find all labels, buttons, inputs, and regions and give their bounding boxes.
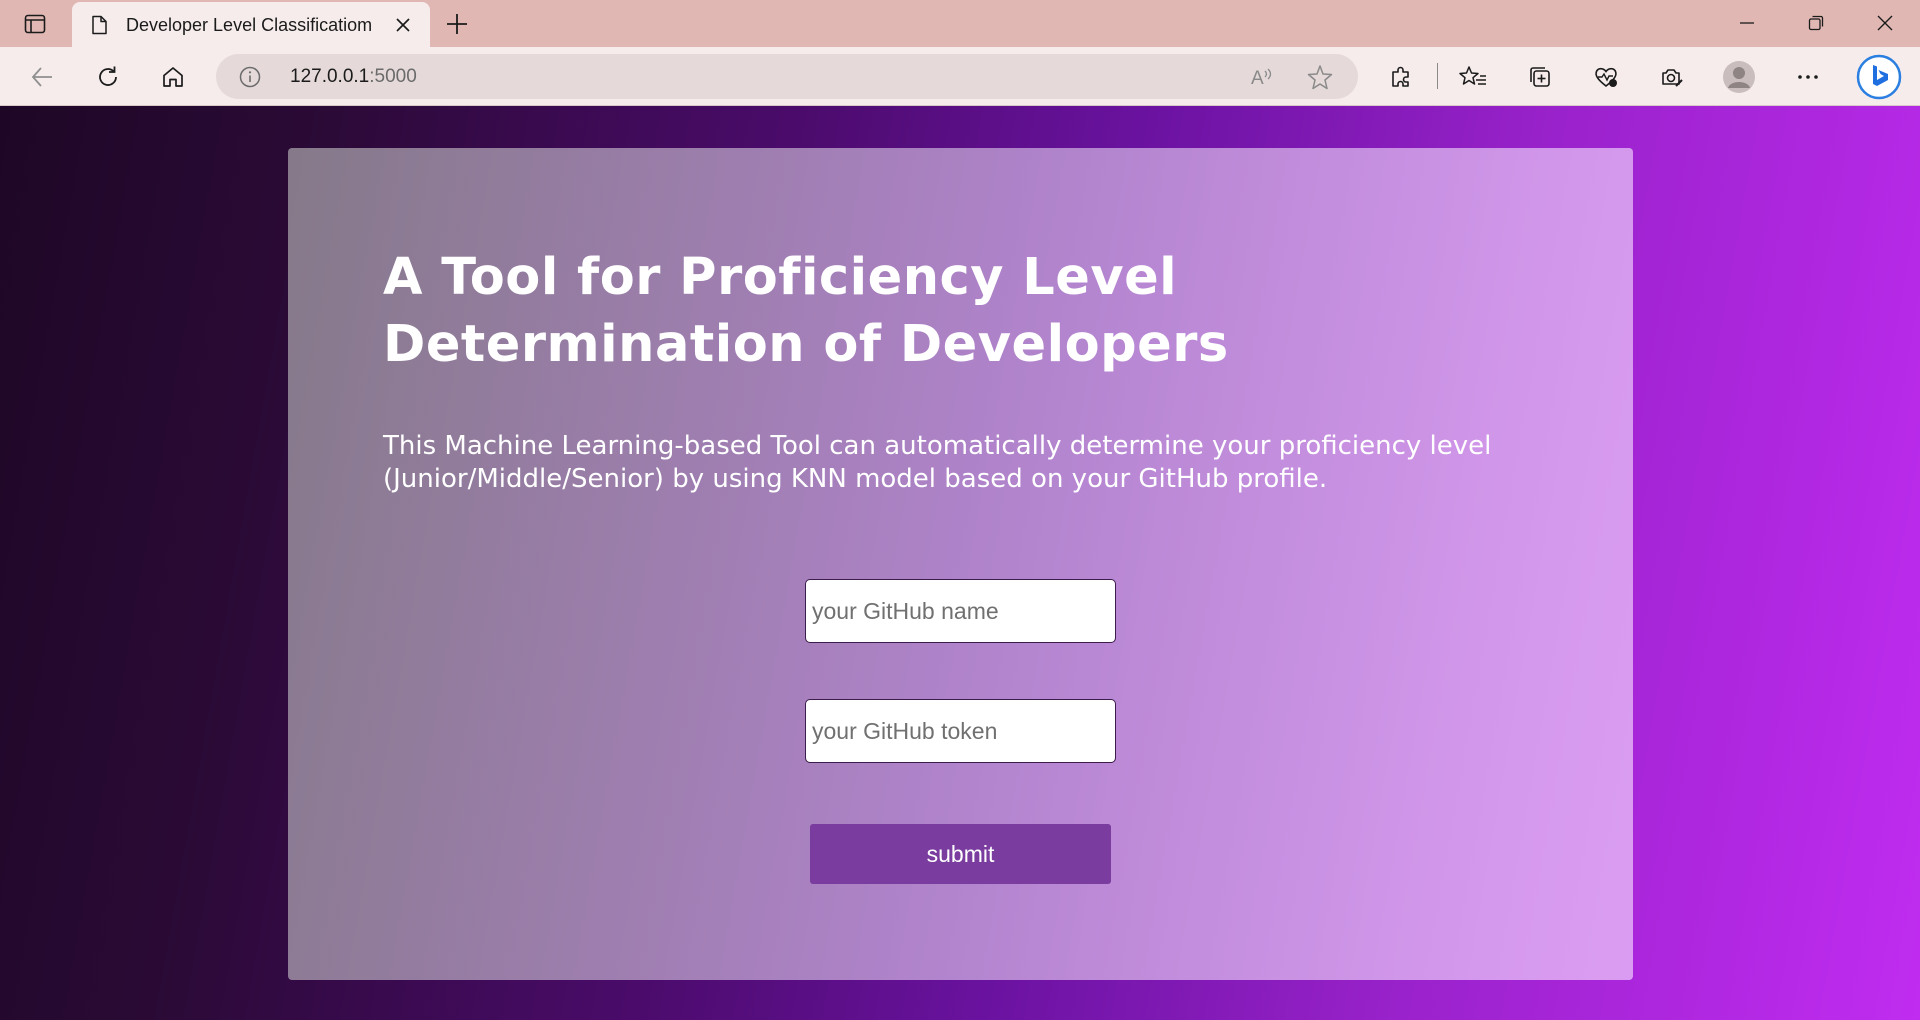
tab-actions-button[interactable]: [10, 6, 60, 41]
description-line-1: This Machine Learning-based Tool can aut…: [383, 431, 1492, 461]
extensions-button[interactable]: [1381, 57, 1421, 97]
page-icon: [92, 15, 107, 35]
minimize-icon: [1740, 22, 1754, 24]
browser-toolbar: 127.0.0.1:5000 A: [0, 47, 1920, 106]
submit-button[interactable]: submit: [810, 824, 1111, 884]
tab-title: Developer Level Classificatiom: [126, 15, 373, 35]
restore-icon: [1808, 15, 1824, 31]
page-title-line-2: Determination of Developers: [383, 315, 1229, 374]
page-description: This Machine Learning-based Tool can aut…: [383, 430, 1563, 496]
page-background: A Tool for Proficiency Level Determinati…: [0, 106, 1920, 1020]
favorite-star-icon[interactable]: [1306, 63, 1334, 91]
url-text[interactable]: 127.0.0.1:5000: [290, 66, 417, 88]
close-window-button[interactable]: [1852, 0, 1918, 46]
svg-text:A: A: [1251, 68, 1264, 89]
web-capture-button[interactable]: [1651, 57, 1691, 97]
collections-button[interactable]: [1520, 57, 1560, 97]
tab-actions-icon: [24, 14, 46, 33]
page-title: A Tool for Proficiency Level Determinati…: [383, 244, 1383, 378]
site-info-icon[interactable]: [238, 65, 262, 89]
new-tab-icon[interactable]: [442, 10, 472, 38]
page-title-line-1: A Tool for Proficiency Level: [383, 248, 1178, 307]
form-card: A Tool for Proficiency Level Determinati…: [288, 148, 1633, 980]
address-bar[interactable]: 127.0.0.1:5000 A: [216, 54, 1358, 99]
active-tab[interactable]: Developer Level Classificatiom: [72, 2, 430, 48]
tab-bar: Developer Level Classificatiom: [0, 0, 1920, 48]
more-dots-icon: [1798, 75, 1818, 79]
toolbar-divider: [1437, 63, 1438, 89]
heart-pulse-icon: [1595, 67, 1617, 88]
collections-icon: [1530, 67, 1550, 87]
close-tab-icon[interactable]: [392, 14, 414, 36]
bing-chat-button[interactable]: [1855, 53, 1903, 101]
url-port: :5000: [369, 66, 417, 87]
description-line-2: (Junior/Middle/Senior) by using KNN mode…: [383, 464, 1328, 494]
minimize-button[interactable]: [1714, 0, 1780, 46]
favorites-button[interactable]: [1453, 57, 1493, 97]
profile-button[interactable]: [1719, 57, 1759, 97]
home-icon: [163, 67, 183, 87]
read-aloud-icon[interactable]: A: [1248, 63, 1276, 91]
back-arrow-icon: [31, 67, 52, 87]
favorites-list-icon: [1459, 66, 1486, 85]
bing-icon: [1856, 54, 1902, 100]
url-host: 127.0.0.1: [290, 66, 370, 87]
refresh-button[interactable]: [88, 57, 128, 97]
home-button[interactable]: [153, 57, 193, 97]
restore-button[interactable]: [1783, 0, 1849, 46]
refresh-icon: [99, 66, 117, 86]
avatar-icon: [1723, 61, 1755, 93]
github-token-input[interactable]: [805, 699, 1116, 763]
close-window-icon: [1877, 15, 1893, 31]
settings-menu-button[interactable]: [1788, 57, 1828, 97]
web-capture-icon: [1662, 69, 1683, 87]
browser-essentials-button[interactable]: [1586, 57, 1626, 97]
puzzle-icon: [1392, 66, 1409, 87]
back-button[interactable]: [22, 57, 62, 97]
github-name-input[interactable]: [805, 579, 1116, 643]
